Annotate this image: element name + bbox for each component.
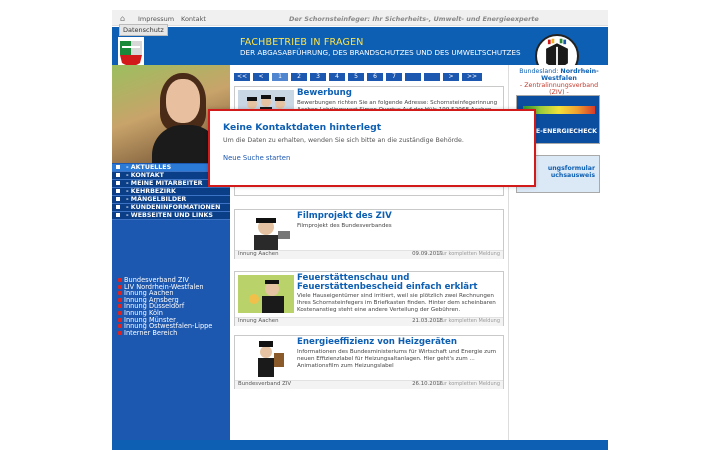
bullet-icon — [116, 173, 120, 177]
no-contact-dialog: Keine Kontaktdaten hinterlegt Um die Dat… — [208, 109, 536, 187]
header-subtitle: DER ABGASABFÜHRUNG, DES BRANDSCHUTZES UN… — [240, 48, 521, 57]
film-project-photo — [238, 213, 294, 251]
link-bullet-icon — [118, 278, 122, 282]
card-more-link[interactable]: Zur kompletten Meldung — [438, 381, 500, 387]
card-title[interactable]: Bewerbung — [297, 89, 352, 98]
news-card[interactable]: Energieeffizienz von Heizgeräten Informa… — [234, 335, 504, 389]
nav-item-kehrbezirk[interactable]: - KEHRBEZIRK — [112, 188, 230, 196]
bullet-icon — [116, 181, 120, 185]
pager-prev[interactable]: < — [253, 73, 269, 81]
formular-label: ungsformular uchsausweis — [547, 165, 595, 179]
card-text: Viele Hauseigentümer sind irritiert, wei… — [297, 293, 496, 314]
kontakt-link[interactable]: Kontakt — [181, 15, 206, 23]
pager-blank — [405, 73, 421, 81]
link-bullet-icon — [118, 291, 122, 296]
pager-last[interactable]: >> — [462, 73, 482, 81]
header-title: FACHBETRIEB IN FRAGEN — [240, 37, 364, 48]
energy-efficiency-photo — [238, 339, 294, 377]
news-card[interactable]: Feuerstättenschau und Feuerstättenbesche… — [234, 271, 504, 326]
link-bullet-icon — [118, 330, 122, 335]
pager-page-3[interactable]: 3 — [310, 73, 326, 81]
bullet-icon — [116, 189, 120, 193]
header-band: FACHBETRIEB IN FRAGEN DER ABGASABFÜHRUNG… — [112, 27, 608, 78]
pager-page-2[interactable]: 2 — [291, 73, 307, 81]
pagination: << < 1 2 3 4 5 6 7 > >> — [234, 73, 482, 81]
pager-first[interactable]: << — [234, 73, 250, 81]
card-source: Bundesverband ZIV — [238, 381, 292, 387]
nav-item-maengelbilder[interactable]: - MÄNGELBILDER — [112, 196, 230, 204]
pager-page-5[interactable]: 5 — [348, 73, 364, 81]
card-title[interactable]: Energieeffizienz von Heizgeräten — [297, 338, 457, 347]
page-frame: ⌂ Impressum Kontakt Der Schornsteinfeger… — [112, 8, 608, 450]
ziv-label[interactable]: - Zentralinnungsverband (ZIV) - — [520, 82, 598, 96]
link-interner-bereich[interactable]: Interner Bereich — [118, 329, 212, 337]
bullet-icon — [116, 165, 120, 169]
home-icon[interactable]: ⌂ — [120, 14, 125, 23]
card-text: Informationen des Bundesministeriums für… — [297, 349, 497, 370]
card-source: Innung Aachen — [238, 251, 279, 257]
bullet-icon — [116, 213, 120, 217]
card-source: Innung Aachen — [238, 318, 279, 324]
card-more-link[interactable]: Zur kompletten Meldung — [438, 251, 500, 257]
link-bullet-icon — [118, 317, 122, 322]
pager-page-1[interactable]: 1 — [272, 73, 288, 81]
new-search-link[interactable]: Neue Suche starten — [223, 154, 290, 162]
card-more-link[interactable]: Zur kompletten Meldung — [438, 318, 500, 324]
pager-next[interactable]: > — [443, 73, 459, 81]
link-bullet-icon — [118, 297, 122, 302]
slogan: Der Schornsteinfeger: Ihr Sicherheits-, … — [289, 15, 539, 23]
card-text: Filmprojekt des Bundesverbandes — [297, 223, 392, 229]
card-title[interactable]: Feuerstättenschau und Feuerstättenbesche… — [297, 274, 507, 292]
feuerstaettenschau-photo — [238, 275, 294, 313]
dialog-title: Keine Kontaktdaten hinterlegt — [223, 122, 382, 133]
pager-page-7[interactable]: 7 — [386, 73, 402, 81]
card-title[interactable]: Filmprojekt des ZIV — [297, 212, 392, 221]
external-links: Bundesverband ZIV LIV Nordrhein-Westfale… — [118, 277, 212, 336]
nav-item-kundeninformationen[interactable]: - KUNDENINFORMATIONEN — [112, 204, 230, 212]
pager-blank — [424, 73, 440, 81]
bullet-icon — [116, 205, 120, 209]
pager-page-4[interactable]: 4 — [329, 73, 345, 81]
news-card[interactable]: Filmprojekt des ZIV Filmprojekt des Bund… — [234, 209, 504, 259]
link-bullet-icon — [118, 324, 122, 329]
nav-item-webseiten-und-links[interactable]: - WEBSEITEN UND LINKS — [112, 212, 230, 220]
state-info: Bundesland: Nordrhein-Westfalen - Zentra… — [519, 68, 599, 96]
impressum-link[interactable]: Impressum — [138, 15, 174, 23]
footer-band — [112, 440, 608, 450]
pager-page-6[interactable]: 6 — [367, 73, 383, 81]
link-bullet-icon — [118, 304, 122, 309]
link-bullet-icon — [118, 310, 122, 315]
datenschutz-link[interactable]: Datenschutz — [119, 24, 168, 36]
link-bullet-icon — [118, 284, 122, 289]
top-strip: ⌂ Impressum Kontakt Der Schornsteinfeger… — [112, 10, 608, 26]
bullet-icon — [116, 197, 120, 201]
dialog-text: Um die Daten zu erhalten, wenden Sie sic… — [223, 137, 464, 144]
